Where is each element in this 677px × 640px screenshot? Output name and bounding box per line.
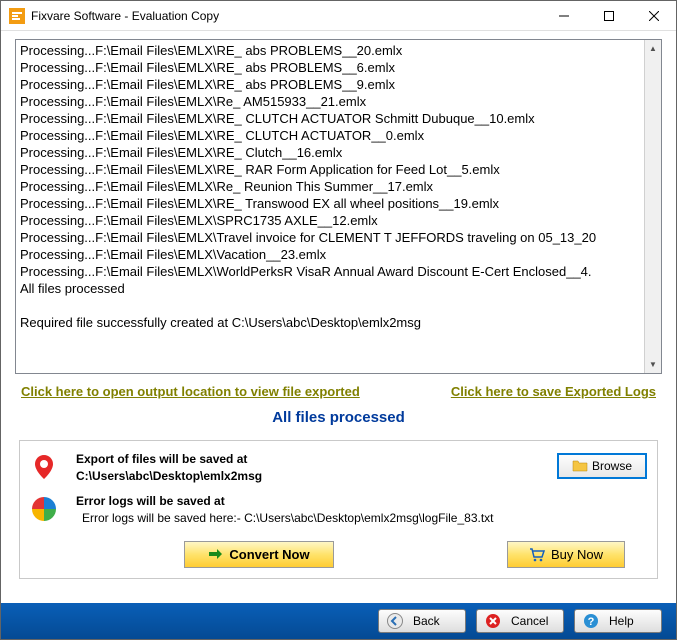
browse-label: Browse <box>592 459 632 473</box>
export-path: C:\Users\abc\Desktop\emlx2msg <box>76 468 557 485</box>
log-text: Processing...F:\Email Files\EMLX\RE_ abs… <box>16 40 661 333</box>
help-icon: ? <box>583 613 599 629</box>
errorlog-row: Error logs will be saved at Error logs w… <box>30 493 647 527</box>
action-row: Convert Now Buy Now <box>34 535 643 574</box>
cancel-button[interactable]: Cancel <box>476 609 564 633</box>
svg-text:?: ? <box>588 616 595 628</box>
save-logs-link[interactable]: Click here to save Exported Logs <box>451 384 656 399</box>
folder-icon <box>572 458 588 474</box>
app-window: Fixvare Software - Evaluation Copy Proce… <box>0 0 677 640</box>
back-label: Back <box>413 614 440 628</box>
window-controls <box>541 1 676 30</box>
browse-button[interactable]: Browse <box>557 453 647 479</box>
cancel-label: Cancel <box>511 614 548 628</box>
help-button[interactable]: ? Help <box>574 609 662 633</box>
cart-icon <box>529 547 545 563</box>
help-label: Help <box>609 614 634 628</box>
links-row: Click here to open output location to vi… <box>15 374 662 399</box>
app-icon <box>9 8 25 24</box>
convert-label: Convert Now <box>229 547 309 562</box>
buy-label: Buy Now <box>551 547 603 562</box>
log-scrollbar[interactable]: ▲ ▼ <box>644 40 661 373</box>
close-button[interactable] <box>631 1 676 30</box>
pie-chart-icon <box>30 495 58 523</box>
buy-now-button[interactable]: Buy Now <box>507 541 625 568</box>
convert-icon <box>207 547 223 563</box>
location-pin-icon <box>30 453 58 481</box>
cancel-icon <box>485 613 501 629</box>
back-arrow-icon <box>387 613 403 629</box>
titlebar: Fixvare Software - Evaluation Copy <box>1 1 676 31</box>
back-button[interactable]: Back <box>378 609 466 633</box>
errorlog-label: Error logs will be saved at <box>76 493 647 510</box>
footer-bar: Back Cancel ? Help <box>1 603 676 639</box>
minimize-button[interactable] <box>541 1 586 30</box>
window-title: Fixvare Software - Evaluation Copy <box>31 9 541 23</box>
status-message: All files processed <box>15 399 662 440</box>
log-output[interactable]: Processing...F:\Email Files\EMLX\RE_ abs… <box>15 39 662 374</box>
errorlog-path: Error logs will be saved here:- C:\Users… <box>76 510 647 527</box>
open-output-link[interactable]: Click here to open output location to vi… <box>21 384 360 399</box>
paths-panel: Export of files will be saved at C:\User… <box>19 440 658 579</box>
convert-now-button[interactable]: Convert Now <box>184 541 334 568</box>
export-path-row: Export of files will be saved at C:\User… <box>30 451 647 485</box>
scroll-up-icon[interactable]: ▲ <box>645 40 661 57</box>
errorlog-text: Error logs will be saved at Error logs w… <box>76 493 647 527</box>
export-label: Export of files will be saved at <box>76 451 557 468</box>
content-area: Processing...F:\Email Files\EMLX\RE_ abs… <box>1 31 676 603</box>
maximize-button[interactable] <box>586 1 631 30</box>
export-path-text: Export of files will be saved at C:\User… <box>76 451 557 485</box>
scroll-down-icon[interactable]: ▼ <box>645 356 661 373</box>
scroll-track[interactable] <box>645 57 661 356</box>
